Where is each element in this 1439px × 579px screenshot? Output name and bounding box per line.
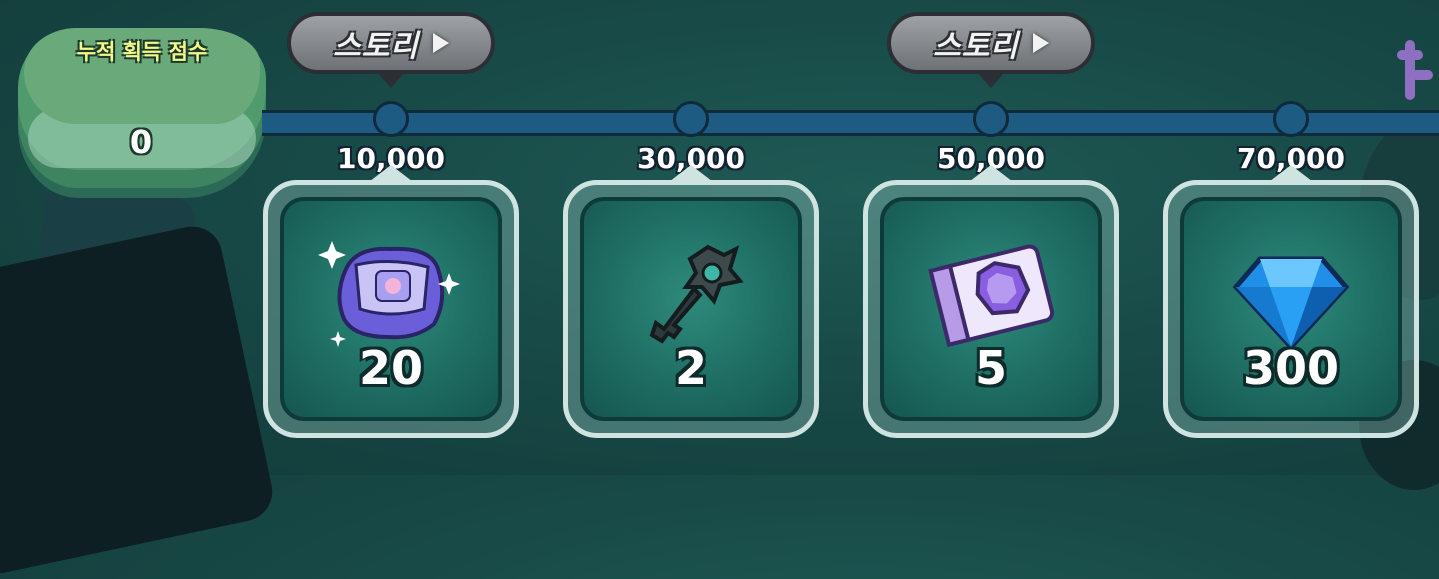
background-rock [0,221,278,579]
coral-decoration [1397,40,1433,100]
story-button[interactable]: 스토리 [887,12,1095,88]
story-button[interactable]: 스토리 [287,12,495,88]
reward-card[interactable]: 20 [263,165,519,438]
score-label: 누적 획득 점수 [76,40,208,64]
score-value: 0 [129,123,153,161]
play-icon [1032,33,1049,53]
ticket-icon [928,244,1055,348]
soulstone-icon [318,241,460,347]
score-panel: 누적 획득 점수 0 [18,28,266,188]
story-button-label: 스토리 [333,29,419,64]
reward-quantity: 2 [674,341,707,395]
play-icon [432,33,449,53]
progress-node [1273,101,1309,137]
reward-card[interactable]: 2 [563,165,819,438]
progress-node [673,101,709,137]
story-button-label: 스토리 [933,29,1019,64]
reward-quantity: 5 [974,341,1007,395]
progress-node [973,101,1009,137]
reward-quantity: 300 [1242,341,1340,395]
reward-card[interactable]: 300 [1163,165,1419,438]
progress-track [262,110,1439,136]
reward-quantity: 20 [358,341,423,395]
crystal-icon [1232,256,1350,351]
progress-node [373,101,409,137]
key-icon [649,244,744,344]
reward-card[interactable]: 5 [863,165,1119,438]
